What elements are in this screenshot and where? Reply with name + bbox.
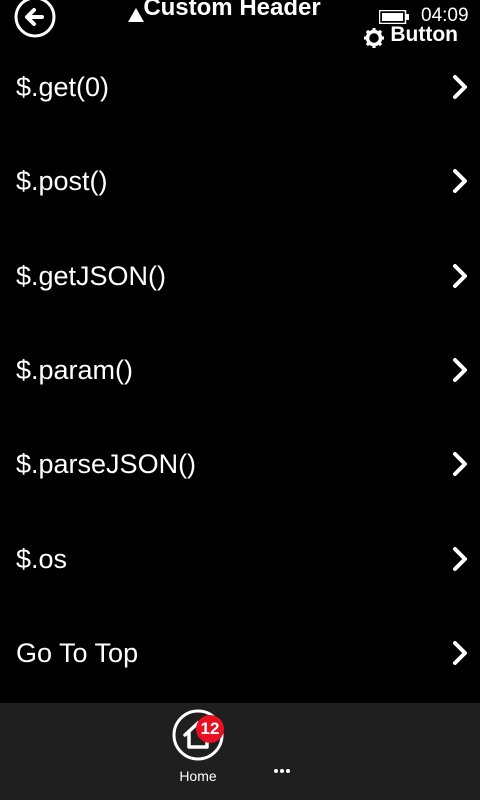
chevron-right-icon	[453, 452, 467, 477]
gear-icon	[364, 28, 385, 48]
chevron-right-icon	[453, 75, 467, 100]
home-tab-button[interactable]: 12 Home	[168, 707, 230, 787]
list-item-label: $.get(0)	[16, 72, 110, 103]
list-item-label: $.getJSON()	[16, 260, 167, 291]
list-item-label: $.post()	[16, 166, 108, 197]
chevron-right-icon	[453, 169, 467, 194]
list-item-go-to-top[interactable]: Go To Top	[0, 606, 480, 700]
more-button[interactable]	[268, 761, 296, 781]
home-tab-label: Home	[179, 768, 217, 784]
status-bar: 04:09	[0, 0, 480, 30]
list-item[interactable]: $.post()	[0, 134, 480, 228]
status-time: 04:09	[421, 5, 469, 26]
chevron-right-icon	[453, 640, 467, 665]
method-list: $.get(0) $.post() $.getJSON() $.param() …	[0, 40, 480, 700]
signal-icon	[128, 8, 144, 22]
ellipsis-icon	[274, 769, 290, 773]
app-bar: 12 Home	[0, 703, 480, 800]
chevron-right-icon	[453, 263, 467, 288]
list-item[interactable]: $.os	[0, 511, 480, 605]
notification-badge: 12	[196, 715, 224, 743]
battery-icon	[379, 10, 409, 24]
list-item[interactable]: $.param()	[0, 323, 480, 417]
list-item[interactable]: $.getJSON()	[0, 229, 480, 323]
list-item-label: Go To Top	[16, 637, 139, 668]
chevron-right-icon	[453, 358, 467, 383]
list-item[interactable]: $.get(0)	[0, 40, 480, 134]
list-item-label: $.param()	[16, 355, 134, 386]
chevron-right-icon	[453, 546, 467, 571]
app-screen: 04:09 Custom Header Button $.get(0) $.po…	[0, 0, 480, 800]
list-item-label: $.os	[16, 543, 68, 574]
list-item-label: $.parseJSON()	[16, 449, 197, 480]
list-item[interactable]: $.parseJSON()	[0, 417, 480, 511]
